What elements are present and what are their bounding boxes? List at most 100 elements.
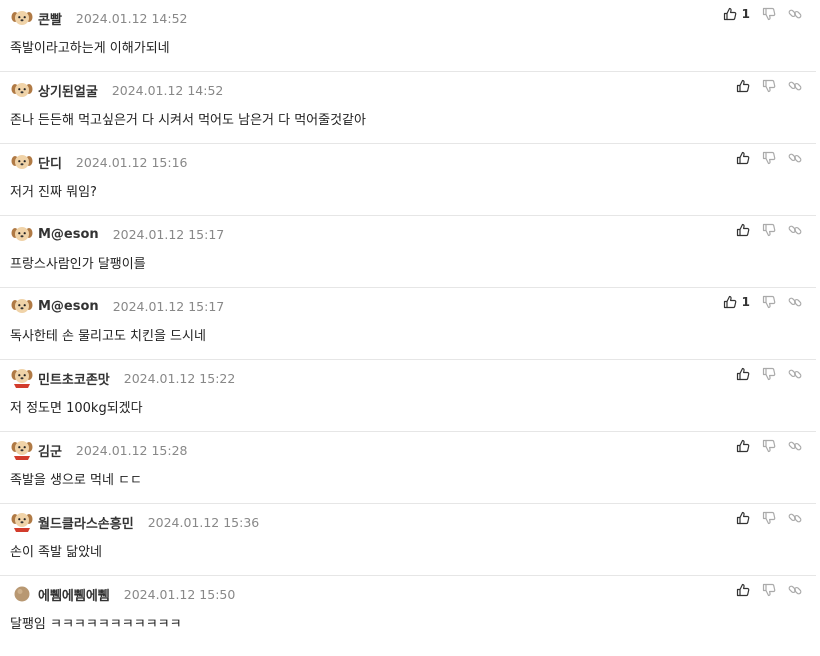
comment-nickname[interactable]: 콘빨	[38, 9, 62, 28]
puppy-icon[interactable]	[10, 296, 34, 316]
comment-header: M@eson 2024.01.12 15:17	[10, 224, 224, 244]
like-count: 1	[741, 7, 750, 21]
like-button[interactable]	[736, 510, 750, 526]
comment-actions: 1	[723, 6, 802, 22]
puppy-icon[interactable]	[10, 8, 34, 28]
link-icon	[788, 441, 802, 451]
comment-item: 민트초코존맛 2024.01.12 15:22 저 정도면 100kg되겠다	[0, 360, 816, 432]
dislike-button[interactable]	[762, 438, 776, 454]
like-button[interactable]	[736, 150, 750, 166]
thumbs-down-icon	[762, 151, 776, 165]
thumbs-down-icon	[762, 367, 776, 381]
comment-text: 독사한테 손 물리고도 치킨을 드시네	[10, 329, 206, 344]
dislike-button[interactable]	[762, 222, 776, 238]
comment-actions	[736, 78, 802, 94]
share-link-button[interactable]	[788, 294, 802, 310]
comment-text: 족발이라고하는게 이해가되네	[10, 41, 170, 56]
comment-date: 2024.01.12 15:28	[75, 442, 188, 458]
puppy-red-icon[interactable]	[10, 368, 34, 388]
link-icon	[788, 585, 802, 595]
comment-nickname[interactable]: 김군	[38, 441, 62, 460]
dislike-button[interactable]	[762, 582, 776, 598]
thumbs-up-icon	[736, 583, 750, 597]
comment-header: 상기된얼굴 2024.01.12 14:52	[10, 80, 223, 100]
puppy-icon[interactable]	[10, 152, 34, 172]
comment-actions	[736, 366, 802, 382]
thumbs-down-icon	[762, 79, 776, 93]
comment-item: 에쀔에쀔에쀔 2024.01.12 15:50 달팽임 ㅋㅋㅋㅋㅋㅋㅋㅋㅋㅋㅋ	[0, 576, 816, 656]
share-link-button[interactable]	[788, 6, 802, 22]
like-button[interactable]	[736, 582, 750, 598]
share-link-button[interactable]	[788, 222, 802, 238]
dislike-button[interactable]	[762, 294, 776, 310]
link-icon	[788, 81, 802, 91]
dislike-button[interactable]	[762, 150, 776, 166]
comment-actions	[736, 582, 802, 598]
comment-nickname[interactable]: 상기된얼굴	[38, 81, 98, 100]
thumbs-up-icon	[736, 367, 750, 381]
thumbs-up-icon	[723, 7, 736, 21]
like-button[interactable]	[736, 78, 750, 94]
comment-item: 단디 2024.01.12 15:16 저거 진짜 뭐임?	[0, 144, 816, 216]
puppy-icon[interactable]	[10, 224, 34, 244]
thumbs-up-icon	[723, 295, 736, 309]
link-icon	[788, 9, 802, 19]
comment-date: 2024.01.12 15:17	[112, 226, 225, 242]
puppy-icon[interactable]	[10, 80, 34, 100]
share-link-button[interactable]	[788, 510, 802, 526]
comment-text: 저거 진짜 뭐임?	[10, 185, 97, 200]
comment-header: 김군 2024.01.12 15:28	[10, 440, 188, 460]
comment-text: 족발을 생으로 먹네 ㄷㄷ	[10, 473, 142, 488]
comment-date: 2024.01.12 15:50	[123, 586, 236, 602]
link-icon	[788, 297, 802, 307]
thumbs-up-icon	[736, 439, 750, 453]
comment-nickname[interactable]: 에쀔에쀔에쀔	[38, 585, 110, 604]
thumbs-up-icon	[736, 223, 750, 237]
comment-text: 손이 족발 닮았네	[10, 545, 102, 560]
circle-avatar-icon[interactable]	[10, 584, 34, 604]
like-button[interactable]	[736, 438, 750, 454]
like-count: 1	[741, 295, 750, 309]
like-button[interactable]	[736, 366, 750, 382]
comment-date: 2024.01.12 15:16	[75, 154, 188, 170]
thumbs-down-icon	[762, 295, 776, 309]
dislike-button[interactable]	[762, 6, 776, 22]
share-link-button[interactable]	[788, 438, 802, 454]
dislike-button[interactable]	[762, 510, 776, 526]
comment-header: 에쀔에쀔에쀔 2024.01.12 15:50	[10, 584, 235, 604]
share-link-button[interactable]	[788, 366, 802, 382]
thumbs-down-icon	[762, 511, 776, 525]
share-link-button[interactable]	[788, 582, 802, 598]
link-icon	[788, 225, 802, 235]
thumbs-down-icon	[762, 7, 776, 21]
comment-header: 단디 2024.01.12 15:16	[10, 152, 188, 172]
like-button[interactable]: 1	[723, 6, 750, 22]
comment-item: 상기된얼굴 2024.01.12 14:52 존나 든든해 먹고싶은거 다 시켜…	[0, 72, 816, 144]
dislike-button[interactable]	[762, 78, 776, 94]
comment-actions: 1	[723, 294, 802, 310]
like-button[interactable]: 1	[723, 294, 750, 310]
comment-date: 2024.01.12 15:17	[112, 298, 225, 314]
thumbs-down-icon	[762, 583, 776, 597]
puppy-red-icon[interactable]	[10, 440, 34, 460]
comment-header: 민트초코존맛 2024.01.12 15:22	[10, 368, 235, 388]
dislike-button[interactable]	[762, 366, 776, 382]
comment-actions	[736, 438, 802, 454]
comment-item: 콘빨 2024.01.12 14:52 족발이라고하는게 이해가되네 1	[0, 0, 816, 72]
comment-nickname[interactable]: 월드클라스손흥민	[38, 513, 134, 532]
comment-item: M@eson 2024.01.12 15:17 독사한테 손 물리고도 치킨을 …	[0, 288, 816, 360]
share-link-button[interactable]	[788, 150, 802, 166]
thumbs-up-icon	[736, 151, 750, 165]
comment-text: 저 정도면 100kg되겠다	[10, 401, 143, 416]
comment-list: 콘빨 2024.01.12 14:52 족발이라고하는게 이해가되네 1 상기된…	[0, 0, 816, 656]
thumbs-up-icon	[736, 511, 750, 525]
link-icon	[788, 369, 802, 379]
comment-nickname[interactable]: M@eson	[38, 227, 99, 242]
comment-nickname[interactable]: M@eson	[38, 299, 99, 314]
puppy-red-icon[interactable]	[10, 512, 34, 532]
comment-nickname[interactable]: 단디	[38, 153, 62, 172]
comment-item: 월드클라스손흥민 2024.01.12 15:36 손이 족발 닮았네	[0, 504, 816, 576]
comment-nickname[interactable]: 민트초코존맛	[38, 369, 110, 388]
share-link-button[interactable]	[788, 78, 802, 94]
like-button[interactable]	[736, 222, 750, 238]
